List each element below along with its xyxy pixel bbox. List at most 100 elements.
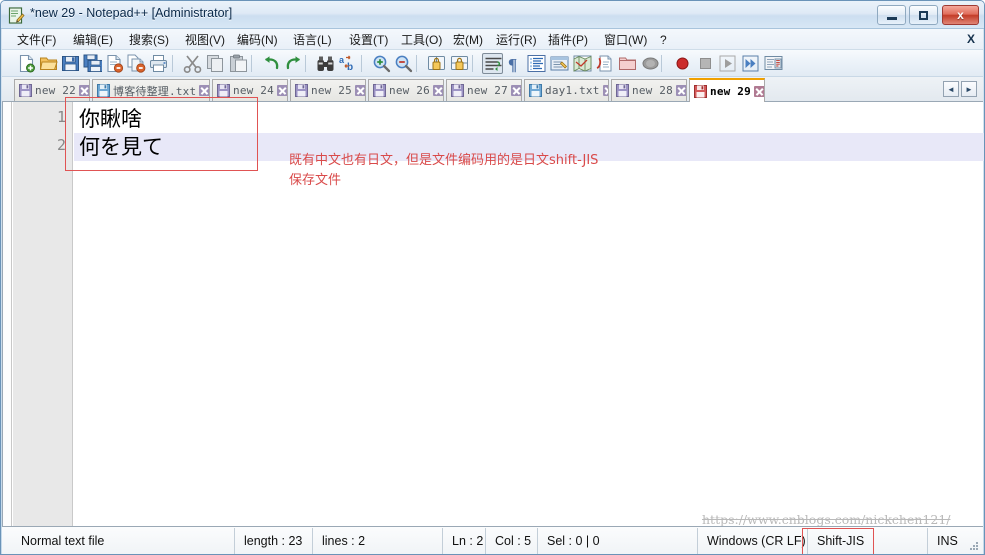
menu-view[interactable]: 视图(V) — [180, 31, 230, 48]
new-file-button[interactable] — [16, 53, 37, 74]
menu-search[interactable]: 搜索(S) — [124, 31, 174, 48]
zoom-out-icon — [394, 54, 414, 73]
tab-item[interactable]: new 25 — [290, 79, 366, 101]
tab-close-icon[interactable] — [354, 85, 365, 96]
tab-item[interactable]: new 28 — [611, 79, 687, 101]
tab-close-icon[interactable] — [675, 85, 686, 96]
save-button[interactable] — [60, 53, 81, 74]
menu-settings[interactable]: 设置(T) — [344, 31, 393, 48]
tab-label: new 28 — [632, 84, 673, 97]
sync-vertical-button[interactable] — [426, 53, 447, 74]
status-file-type[interactable]: Normal text file — [12, 528, 104, 554]
tab-close-icon[interactable] — [510, 85, 521, 96]
user-defined-dialog-button[interactable] — [549, 53, 570, 74]
zoom-out-button[interactable] — [393, 53, 414, 74]
word-wrap-button[interactable] — [482, 53, 503, 74]
tab-close-icon[interactable] — [432, 85, 443, 96]
tab-active[interactable]: new 29 — [689, 78, 765, 102]
redo-arrow-icon — [284, 54, 304, 73]
undo-button[interactable] — [261, 53, 282, 74]
save-all-button[interactable] — [82, 53, 103, 74]
record-macro-button[interactable] — [672, 53, 693, 74]
tab-close-icon[interactable] — [78, 85, 89, 96]
tab-item[interactable]: new 24 — [212, 79, 288, 101]
menu-encoding[interactable]: 编码(N) — [232, 31, 283, 48]
editor-area[interactable]: 12 你瞅啥 何を見て 既有中文也有日文，但是文件编码用的是日文shift-JIS 保… — [2, 97, 984, 527]
print-button[interactable] — [148, 53, 169, 74]
close-file-button[interactable] — [104, 53, 125, 74]
saved-file-icon — [217, 84, 230, 97]
menu-language[interactable]: 语言(L) — [288, 31, 337, 48]
tab-close-icon[interactable] — [199, 85, 209, 96]
tab-label: new 26 — [389, 84, 430, 97]
status-length[interactable]: length : 23 — [234, 528, 302, 554]
copy-button[interactable] — [205, 53, 226, 74]
pilcrow-icon: ¶ — [505, 54, 525, 73]
monitoring-button[interactable] — [640, 53, 661, 74]
stop-macro-button[interactable] — [695, 53, 716, 74]
saved-file-icon — [373, 84, 386, 97]
status-eol-format[interactable]: Windows (CR LF) — [697, 528, 806, 554]
run-macro-multiple-button[interactable] — [740, 53, 761, 74]
tab-close-icon[interactable] — [602, 85, 608, 96]
maximize-button[interactable] — [909, 5, 938, 25]
menu-tools[interactable]: 工具(O) — [396, 31, 447, 48]
status-column-pos[interactable]: Col : 5 — [485, 528, 531, 554]
play-macro-button[interactable] — [717, 53, 738, 74]
editor-line[interactable]: 你瞅啥 — [79, 105, 142, 133]
toolbar-separator — [472, 55, 473, 72]
cut-button[interactable] — [182, 53, 203, 74]
saved-file-icon — [295, 84, 308, 97]
open-file-button[interactable] — [38, 53, 59, 74]
tab-item[interactable]: 博客待整理.txt — [92, 79, 210, 101]
line-number: 2 — [56, 136, 66, 154]
toolbar-separator — [172, 55, 173, 72]
menu-run[interactable]: 运行(R) — [491, 31, 542, 48]
status-lines[interactable]: lines : 2 — [312, 528, 365, 554]
close-icon: x — [957, 8, 964, 22]
saved-file-icon — [19, 84, 32, 97]
tab-item[interactable]: day1.txt — [524, 79, 609, 101]
tab-item[interactable]: new 26 — [368, 79, 444, 101]
menu-help[interactable]: ? — [655, 31, 672, 48]
status-insert-mode[interactable]: INS — [927, 528, 958, 554]
find-button[interactable] — [315, 53, 336, 74]
menu-plugins[interactable]: 插件(P) — [543, 31, 593, 48]
zoom-in-icon — [372, 54, 392, 73]
folder-workspace-icon — [618, 54, 638, 73]
tab-item[interactable]: new 22 — [14, 79, 90, 101]
watermark-url: https://www.cnblogs.com/nickchen121/ — [702, 512, 951, 527]
replace-button[interactable]: ab — [338, 53, 359, 74]
status-selection[interactable]: Sel : 0 | 0 — [537, 528, 600, 554]
close-all-files-button[interactable] — [126, 53, 147, 74]
status-line-pos[interactable]: Ln : 2 — [442, 528, 483, 554]
tab-scroll-left-button[interactable]: ◄ — [943, 81, 959, 97]
tab-item[interactable]: new 27 — [446, 79, 522, 101]
function-list-button[interactable] — [594, 53, 615, 74]
annotation-text: 保存文件 — [289, 173, 342, 188]
menu-file[interactable]: 文件(F) — [12, 31, 61, 48]
tab-scroll-right-button[interactable]: ► — [961, 81, 977, 97]
close-document-button[interactable]: X — [967, 32, 975, 46]
show-all-chars-button[interactable]: ¶ — [504, 53, 525, 74]
editor-left-margin — [3, 102, 12, 526]
paste-button[interactable] — [228, 53, 249, 74]
tab-close-icon[interactable] — [753, 85, 764, 97]
menu-window[interactable]: 窗口(W) — [599, 31, 652, 48]
editor-text-layer[interactable]: 你瞅啥 何を見て 既有中文也有日文，但是文件编码用的是日文shift-JIS 保存文件 — [74, 102, 984, 526]
editor-line[interactable]: 何を見て — [79, 133, 163, 161]
run-button[interactable] — [763, 53, 784, 74]
zoom-in-button[interactable] — [371, 53, 392, 74]
indent-guide-button[interactable] — [526, 53, 547, 74]
status-encoding[interactable]: Shift-JIS — [807, 528, 864, 554]
doc-map-button[interactable] — [572, 53, 593, 74]
menu-edit[interactable]: 编辑(E) — [68, 31, 118, 48]
sync-scroll-horizontal-icon — [450, 54, 470, 73]
menu-macro[interactable]: 宏(M) — [448, 31, 488, 48]
folder-as-workspace-button[interactable] — [617, 53, 638, 74]
sync-horizontal-button[interactable] — [449, 53, 470, 74]
tab-close-icon[interactable] — [276, 85, 287, 96]
close-window-button[interactable]: x — [942, 5, 979, 25]
minimize-button[interactable] — [877, 5, 906, 25]
redo-button[interactable] — [283, 53, 304, 74]
